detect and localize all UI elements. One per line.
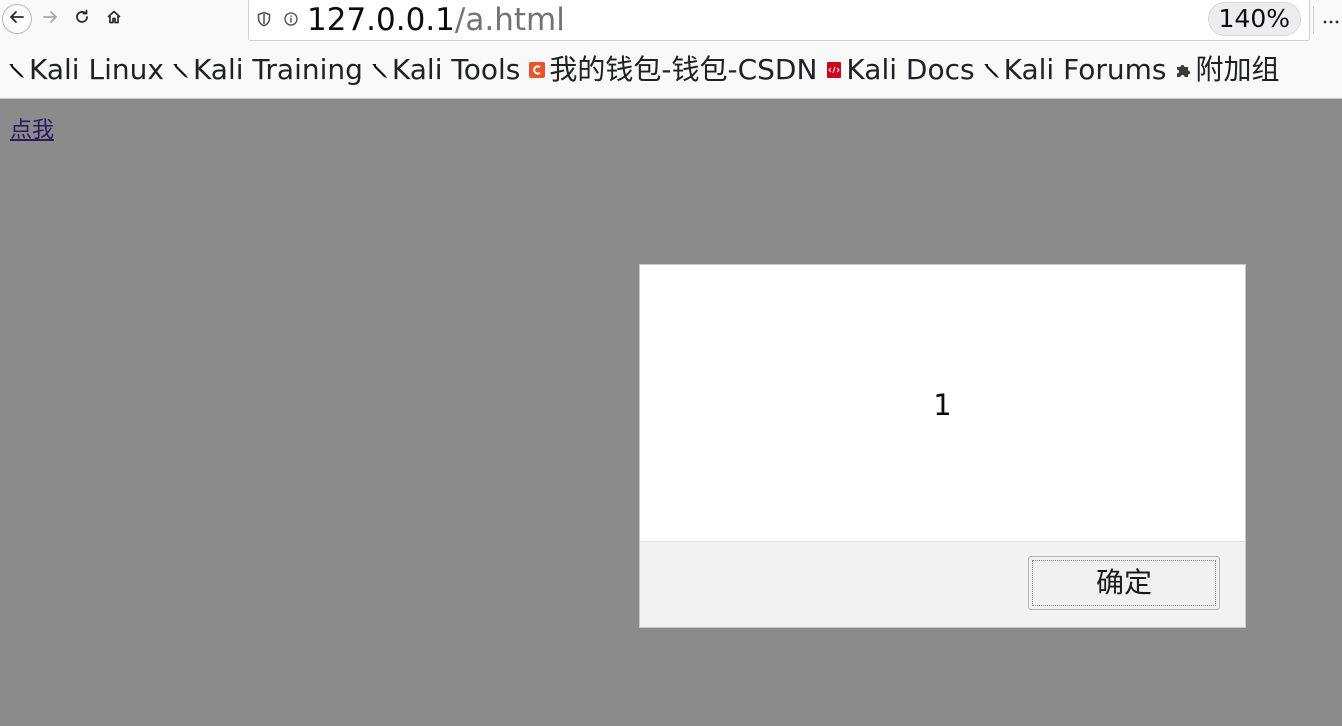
bookmark-label: Kali Training [192,53,363,86]
url-bar[interactable]: 127.0.0.1/a.html 140% [248,0,1310,41]
click-me-link[interactable]: 点我 [10,117,54,145]
arrow-right-icon [41,8,59,30]
kali-dragon-icon [371,61,389,79]
dialog-body: 1 [640,265,1245,541]
dialog-message: 1 [933,388,952,422]
forward-button[interactable] [34,3,66,35]
bookmark-addons[interactable]: 附加组 [1174,42,1279,98]
info-icon[interactable] [284,11,298,26]
url-path: /a.html [454,2,565,38]
toolbar-separator [1313,6,1314,34]
zoom-level-button[interactable]: 140% [1207,2,1301,36]
kali-dragon-icon [8,61,26,79]
bookmark-label: Kali Linux [29,53,164,86]
bookmark-label: Kali Docs [846,53,975,86]
page-actions-button[interactable] [1322,6,1342,34]
bookmark-label: Kali Forums [1003,53,1167,86]
kali-dragon-icon [983,61,1001,79]
reload-button[interactable] [66,3,98,35]
home-button[interactable] [98,3,130,35]
reload-icon [74,9,90,29]
more-horizontal-icon [1322,19,1340,38]
url-host: 127.0.0.1 [307,2,455,38]
bookmark-csdn-wallet[interactable]: 我的钱包-钱包-CSDN [528,42,817,98]
back-button[interactable] [2,4,32,34]
docs-icon [825,61,843,79]
arrow-left-icon [8,8,26,30]
csdn-icon [528,61,546,79]
kali-dragon-icon [172,61,190,79]
ok-button[interactable]: 确定 [1028,556,1220,610]
bookmark-label: 附加组 [1195,53,1280,86]
navigation-toolbar: 127.0.0.1/a.html 140% [0,0,1342,42]
bookmark-label: 我的钱包-钱包-CSDN [549,53,818,86]
home-icon [106,9,122,29]
bookmark-kali-tools[interactable]: Kali Tools [371,42,520,98]
bookmark-label: Kali Tools [391,53,521,86]
bookmark-kali-docs[interactable]: Kali Docs [825,42,975,98]
shield-icon[interactable] [257,11,271,27]
puzzle-icon [1174,61,1192,79]
bookmark-kali-linux[interactable]: Kali Linux [8,42,164,98]
url-text[interactable]: 127.0.0.1/a.html [307,1,565,39]
alert-dialog: 1 确定 [639,264,1246,628]
bookmarks-toolbar: Kali Linux Kali Training Kali Tools 我的钱包… [0,42,1342,99]
dialog-footer: 确定 [640,541,1245,627]
bookmark-kali-training[interactable]: Kali Training [172,42,363,98]
bookmark-kali-forums[interactable]: Kali Forums [983,42,1167,98]
